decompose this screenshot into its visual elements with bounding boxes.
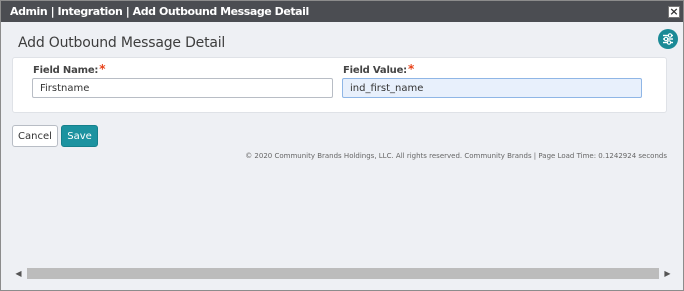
scroll-right-arrow-icon[interactable]: ▶ (661, 267, 674, 280)
cancel-button[interactable]: Cancel (12, 125, 58, 147)
close-button[interactable]: × (668, 6, 680, 18)
field-name-label-text: Field Name: (33, 65, 99, 76)
page-title: Add Outbound Message Detail (18, 35, 226, 51)
field-value-label: Field Value:* (343, 62, 414, 76)
field-value-label-text: Field Value: (343, 65, 407, 76)
required-asterisk: * (99, 62, 106, 76)
field-name-label: Field Name:* (33, 62, 106, 76)
settings-button[interactable] (658, 29, 678, 49)
window-title: Admin | Integration | Add Outbound Messa… (10, 5, 309, 18)
title-bar: Admin | Integration | Add Outbound Messa… (1, 1, 683, 22)
scroll-left-arrow-icon[interactable]: ◀ (12, 267, 25, 280)
footer-copyright: © 2020 Community Brands Holdings, LLC. A… (245, 152, 667, 160)
field-name-input[interactable] (32, 78, 333, 98)
scrollbar-track[interactable] (27, 268, 659, 279)
save-button[interactable]: Save (61, 125, 98, 147)
horizontal-scrollbar[interactable]: ◀ ▶ (12, 267, 674, 280)
required-asterisk: * (407, 62, 415, 76)
form-panel: Field Name:* Field Value:* (12, 57, 667, 113)
sliders-icon (663, 33, 673, 45)
scrollbar-thumb[interactable] (27, 268, 659, 279)
field-value-input[interactable] (342, 78, 642, 98)
dialog-window: Admin | Integration | Add Outbound Messa… (0, 0, 684, 291)
